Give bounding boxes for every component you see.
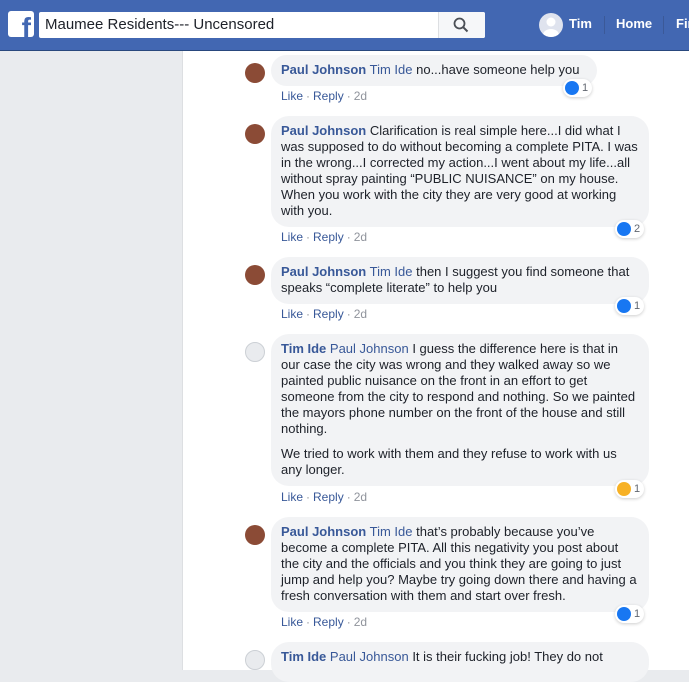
comment-text: It is their fucking job! They do not xyxy=(412,649,603,664)
comment-author[interactable]: Tim Ide xyxy=(281,649,326,664)
comment-bubble: Tim Ide Paul Johnson It is their fucking… xyxy=(271,642,649,682)
comment-time[interactable]: 2d xyxy=(354,490,367,504)
like-link[interactable]: Like xyxy=(281,615,303,629)
like-link[interactable]: Like xyxy=(281,230,303,244)
nav-home-link[interactable]: Home xyxy=(616,16,652,31)
commenter-avatar[interactable] xyxy=(245,265,265,285)
commenter-avatar[interactable] xyxy=(245,342,265,362)
reaction-badge[interactable]: 2 xyxy=(615,220,645,238)
comment-bubble: Tim Ide Paul Johnson I guess the differe… xyxy=(271,334,649,486)
reply-link[interactable]: Reply xyxy=(313,490,344,504)
user-avatar[interactable] xyxy=(539,13,563,37)
comment-author[interactable]: Paul Johnson xyxy=(281,524,366,539)
reaction-badge[interactable]: 1 xyxy=(615,480,645,498)
comment-bubble: Paul Johnson Tim Ide then I suggest you … xyxy=(271,257,649,304)
comment-bubble: Paul Johnson Tim Ide that’s probably bec… xyxy=(271,517,649,612)
comment-actions: Like · Reply · 2d xyxy=(281,615,368,629)
comment-bubble: Paul Johnson Tim Ide no...have someone h… xyxy=(271,55,597,86)
comment-time[interactable]: 2d xyxy=(354,89,367,103)
comment-author[interactable]: Paul Johnson xyxy=(281,264,366,279)
like-icon xyxy=(617,222,631,236)
like-link[interactable]: Like xyxy=(281,490,303,504)
like-icon xyxy=(617,607,631,621)
reaction-badge[interactable]: 1 xyxy=(563,79,593,97)
nav-user-name[interactable]: Tim xyxy=(569,16,592,31)
comment-mention[interactable]: Tim Ide xyxy=(370,62,413,77)
reply-link[interactable]: Reply xyxy=(313,230,344,244)
nav-divider xyxy=(663,16,664,34)
reply-link[interactable]: Reply xyxy=(313,307,344,321)
comment-bubble: Paul Johnson Clarification is real simpl… xyxy=(271,116,649,227)
search-input[interactable]: Maumee Residents--- Uncensored xyxy=(45,16,274,33)
commenter-avatar[interactable] xyxy=(245,525,265,545)
top-bar: f Maumee Residents--- Uncensored Tim Hom… xyxy=(0,0,689,51)
commenter-avatar[interactable] xyxy=(245,650,265,670)
left-panel xyxy=(0,51,182,670)
like-icon xyxy=(617,299,631,313)
commenter-avatar[interactable] xyxy=(245,63,265,83)
like-link[interactable]: Like xyxy=(281,89,303,103)
comment-actions: Like · Reply · 2d xyxy=(281,490,368,504)
reaction-badge[interactable]: 1 xyxy=(615,297,645,315)
reaction-badge[interactable]: 1 xyxy=(615,605,645,623)
comment-text: no...have someone help you xyxy=(416,62,580,77)
search-icon xyxy=(453,17,469,33)
commenter-avatar[interactable] xyxy=(245,124,265,144)
comment-author[interactable]: Paul Johnson xyxy=(281,62,366,77)
comment-mention[interactable]: Paul Johnson xyxy=(330,649,409,664)
comment-time[interactable]: 2d xyxy=(354,615,367,629)
like-link[interactable]: Like xyxy=(281,307,303,321)
comment-author[interactable]: Tim Ide xyxy=(281,341,326,356)
comment-text: We tried to work with them and they refu… xyxy=(281,446,617,477)
comment-author[interactable]: Paul Johnson xyxy=(281,123,366,138)
comment-mention[interactable]: Tim Ide xyxy=(370,264,413,279)
search-button[interactable] xyxy=(438,12,485,38)
sad-reaction-icon xyxy=(617,482,631,496)
comment-actions: Like · Reply · 2d xyxy=(281,307,368,321)
comment-time[interactable]: 2d xyxy=(354,230,367,244)
search-box[interactable]: Maumee Residents--- Uncensored xyxy=(39,12,485,38)
nav-divider xyxy=(604,16,605,34)
comment-mention[interactable]: Tim Ide xyxy=(370,524,413,539)
comment-mention[interactable]: Paul Johnson xyxy=(330,341,409,356)
nav-find-link[interactable]: Fin xyxy=(676,16,689,31)
comment-actions: Like · Reply · 2d xyxy=(281,230,368,244)
reply-link[interactable]: Reply xyxy=(313,615,344,629)
comment-actions: Like · Reply · 2d xyxy=(281,89,368,103)
facebook-logo-icon[interactable]: f xyxy=(8,11,34,37)
like-icon xyxy=(565,81,579,95)
reply-link[interactable]: Reply xyxy=(313,89,344,103)
comment-time[interactable]: 2d xyxy=(354,307,367,321)
